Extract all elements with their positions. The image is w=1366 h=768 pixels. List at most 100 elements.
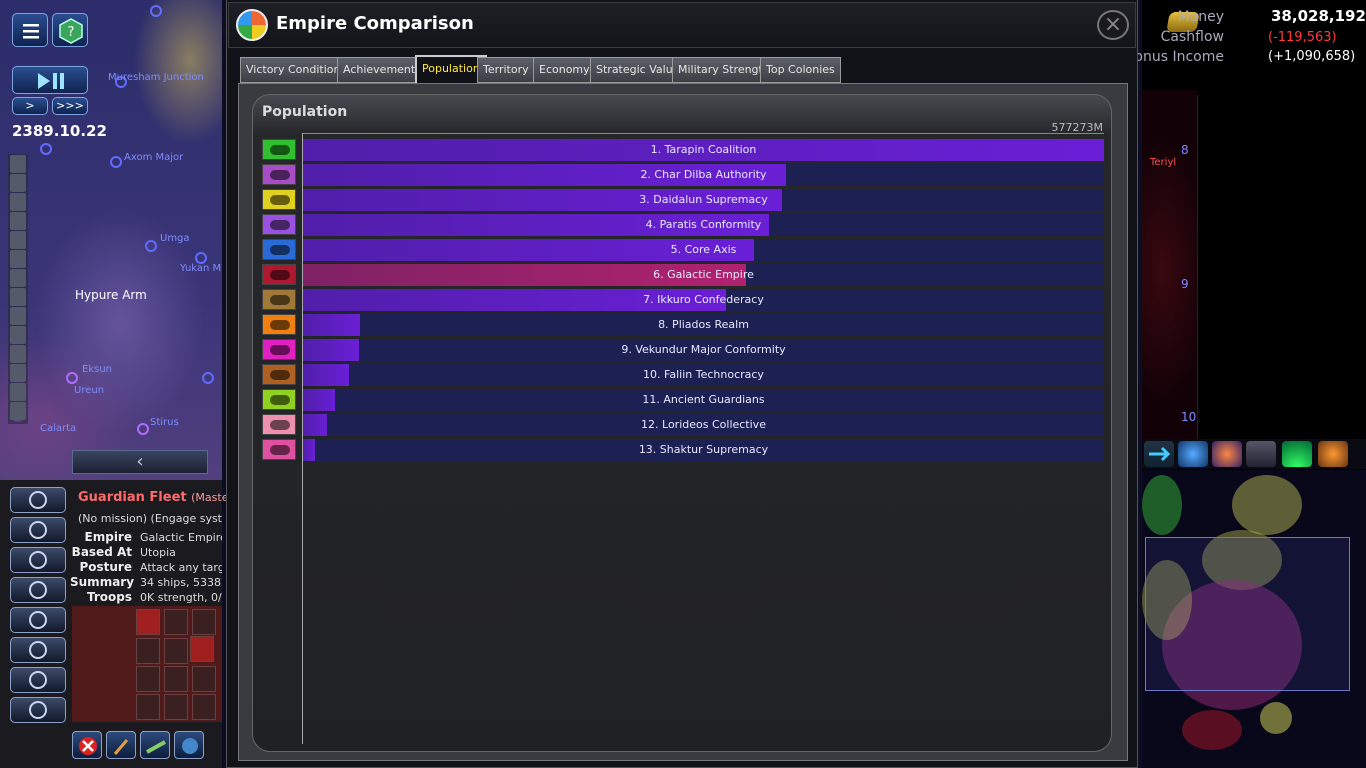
globe-icon — [182, 738, 198, 754]
filter-icon[interactable] — [10, 250, 26, 268]
collapse-panel-button[interactable]: ‹ — [72, 450, 208, 474]
fleet-globe-button[interactable] — [174, 731, 204, 759]
filter-icon[interactable] — [10, 383, 26, 401]
fleet-troops-button[interactable] — [10, 667, 66, 693]
filter-icon[interactable] — [10, 231, 26, 249]
filter-icon[interactable] — [10, 364, 26, 382]
galaxy-view-button[interactable] — [1212, 441, 1242, 467]
region-label: Hypure Arm — [75, 288, 147, 302]
fleet-eye-button[interactable] — [10, 547, 66, 573]
map-label: Umga — [160, 233, 190, 244]
route-view-button[interactable] — [1144, 441, 1174, 467]
fleet-target-button[interactable] — [10, 487, 66, 513]
filter-icon[interactable] — [10, 155, 26, 173]
map-edge[interactable] — [1142, 90, 1197, 440]
star-system[interactable] — [137, 423, 149, 435]
radar-view-button[interactable] — [1282, 441, 1312, 467]
flag-icon — [29, 641, 47, 659]
ship-slot[interactable] — [164, 609, 188, 635]
cancel-icon — [79, 737, 97, 755]
filter-icon[interactable] — [10, 193, 26, 211]
ship-slot[interactable] — [136, 609, 160, 635]
star-system[interactable] — [66, 372, 78, 384]
play-pause-button[interactable] — [12, 66, 88, 94]
telescope-icon — [1246, 441, 1276, 467]
filter-icon[interactable] — [10, 307, 26, 325]
empire-flag-icon — [262, 439, 296, 460]
empire-flag-icon — [262, 239, 296, 260]
map-label: Eksun — [82, 364, 112, 375]
menu-button[interactable] — [12, 13, 48, 47]
empire-flag-icon — [262, 139, 296, 160]
minimap-viewport[interactable] — [1145, 537, 1350, 691]
ship-slot[interactable] — [192, 694, 216, 720]
filter-icon[interactable] — [10, 269, 26, 287]
help-button[interactable]: ? — [52, 13, 88, 47]
research-view-button[interactable] — [1246, 441, 1276, 467]
ship-slot[interactable] — [136, 638, 160, 664]
star-system[interactable] — [202, 372, 214, 384]
fleet-tool-button[interactable] — [106, 731, 136, 759]
fleet-ships-button[interactable] — [140, 731, 170, 759]
fleet-title: Guardian Fleet (Master — [78, 490, 233, 505]
fleet-settings-button[interactable] — [10, 607, 66, 633]
filter-icon[interactable] — [10, 174, 26, 192]
fleet-view-button[interactable] — [10, 517, 66, 543]
chart-row: 10. Faliin Technocracy — [262, 363, 1104, 386]
money-label: Money — [1177, 9, 1224, 25]
filter-icon[interactable] — [10, 212, 26, 230]
money-value: 38,028,192 — [1271, 7, 1366, 25]
fleet-help-button[interactable] — [10, 697, 66, 723]
game-date: 2389.10.22 — [12, 122, 107, 140]
ship-slot[interactable] — [164, 638, 188, 664]
play-pause-icon — [38, 73, 64, 89]
star-system[interactable] — [145, 240, 157, 252]
empire-emblem-icon — [270, 370, 290, 380]
star-system[interactable] — [110, 156, 122, 168]
ship-grid — [72, 606, 222, 722]
speed-fast-button[interactable]: >>> — [52, 97, 88, 115]
planet-icon — [29, 521, 47, 539]
hex-help-icon: ? — [59, 18, 83, 44]
planet-view-button[interactable] — [1178, 441, 1208, 467]
tab-territory[interactable]: Territory — [477, 57, 535, 83]
empire-flag-icon — [262, 364, 296, 385]
filter-icon[interactable] — [10, 402, 26, 420]
map-label: Yukan M — [180, 263, 222, 274]
filter-icon[interactable] — [10, 326, 26, 344]
chart-row: 11. Ancient Guardians — [262, 388, 1104, 411]
empire-emblem-icon — [270, 195, 290, 205]
close-button[interactable]: × — [1097, 10, 1129, 40]
empire-label: 13. Shaktur Supremacy — [638, 443, 769, 456]
fleet-field-value: Galactic Empire — [140, 531, 222, 544]
ship-slot[interactable] — [164, 666, 188, 692]
empire-label: 7. Ikkuro Confederacy — [643, 293, 764, 306]
ship-slot[interactable] — [192, 666, 216, 692]
ship-slot[interactable] — [190, 636, 214, 662]
disband-button[interactable] — [72, 731, 102, 759]
ship-slot[interactable] — [136, 694, 160, 720]
tab-economy[interactable]: Economy — [533, 57, 596, 83]
ship-slot[interactable] — [136, 666, 160, 692]
speed-step-button[interactable]: > — [12, 97, 48, 115]
ship-slot[interactable] — [164, 694, 188, 720]
fleet-field-key: Posture — [79, 560, 132, 574]
fleet-move-button[interactable] — [10, 577, 66, 603]
empire-label: 12. Lorideos Collective — [641, 418, 766, 431]
grid-label: 8 — [1181, 143, 1189, 157]
tab-victory-conditions[interactable]: Victory Conditions — [240, 57, 353, 83]
empire-emblem-icon — [270, 395, 290, 405]
star-system[interactable] — [150, 5, 162, 17]
ship-slot[interactable] — [192, 609, 216, 635]
territory-blob — [1232, 475, 1302, 535]
tab-top-colonies[interactable]: Top Colonies — [760, 57, 841, 83]
fleet-flag-button[interactable] — [10, 637, 66, 663]
empire-flag-icon — [262, 164, 296, 185]
star-system[interactable] — [40, 143, 52, 155]
fleet-field-key: Summary — [70, 575, 135, 589]
tab-achievements[interactable]: Achievements — [337, 57, 427, 83]
empire-emblem-icon — [270, 345, 290, 355]
filter-icon[interactable] — [10, 288, 26, 306]
filter-icon[interactable] — [10, 345, 26, 363]
empire-view-button[interactable] — [1318, 441, 1348, 467]
